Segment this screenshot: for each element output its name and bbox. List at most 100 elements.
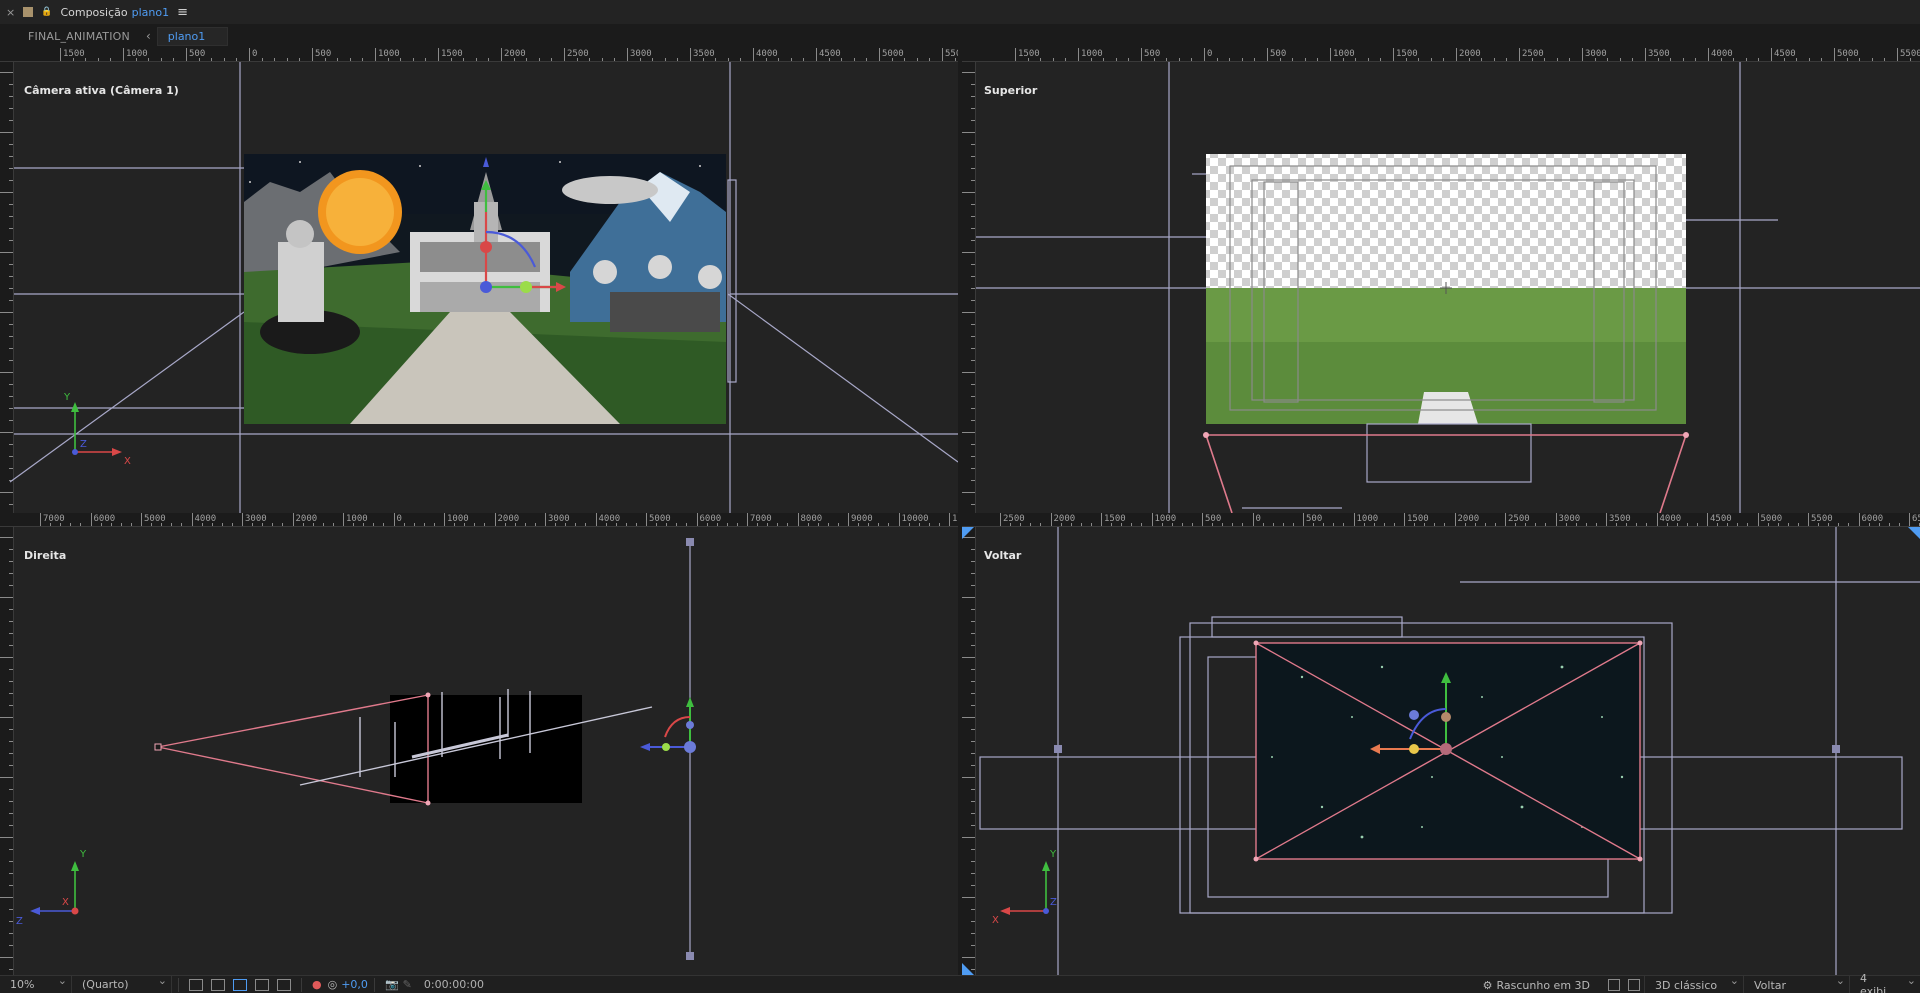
selected-view-corner-marker [962, 527, 974, 539]
mask-path-icon[interactable] [233, 978, 247, 991]
viewport-back[interactable]: Voltar Y X Z [962, 527, 1920, 975]
ruler-tick-label: 2500 [1522, 49, 1544, 59]
viewport-title: Câmera ativa (Câmera 1) [24, 84, 179, 97]
exposure-value[interactable]: +0,0 [341, 978, 368, 991]
ground-plane-icon[interactable] [1608, 979, 1620, 991]
toolbar-right-group: ⚙ Rascunho em 3D 3D clássico Voltar 4 ex… [1483, 972, 1920, 993]
ruler-tick-label: 500 [1270, 49, 1287, 59]
selected-view-corner-marker [962, 963, 974, 975]
y-axis-label: Y [79, 849, 87, 860]
composition-color-swatch [23, 7, 34, 17]
viewport-active-camera[interactable]: Câmera ativa (Câmera 1) Y X Z [0, 62, 958, 513]
breadcrumb-current-comp[interactable]: plano1 [156, 26, 229, 46]
view-layout-dropdown[interactable]: 4 exibi... [1850, 972, 1920, 993]
top-view-canvas [976, 62, 1920, 513]
ruler-tick-label: 0 [1255, 514, 1261, 524]
ruler-tick-label: 2000 [497, 514, 520, 524]
resolution-value: (Quarto) [82, 978, 129, 991]
ruler-tick-label: 1500 [441, 49, 463, 59]
transparency-grid-icon[interactable] [211, 978, 225, 991]
ruler-tick-label: 500 [1144, 49, 1161, 59]
ruler-tick-label: 9000 [851, 514, 873, 524]
ruler-tick-label: 2000 [504, 49, 526, 59]
ruler-tick-label: 8000 [800, 514, 823, 524]
draft-3d-icon[interactable]: ⚙ [1483, 979, 1493, 992]
ruler-tick-label: 2000 [1457, 514, 1480, 524]
ruler-tick-label: 110 [952, 514, 958, 524]
ruler-tick-label: 1000 [378, 49, 400, 59]
renderer-dropdown[interactable]: 3D clássico [1644, 974, 1744, 993]
region-of-interest-icon[interactable] [255, 978, 269, 991]
ruler-tick-label: 0 [252, 49, 258, 59]
3d-view-value: Voltar [1754, 978, 1787, 992]
ruler-tick-label: 2000 [295, 514, 318, 524]
y-axis-label: Y [63, 392, 71, 403]
ruler-tick-label: 3000 [630, 49, 652, 59]
viewport-right[interactable]: Direita Y X Z [0, 527, 958, 975]
viewport-top[interactable]: Superior [962, 62, 1920, 513]
ruler-tick-label: 3000 [1558, 514, 1581, 524]
ruler-tick-label: 6000 [1861, 514, 1884, 524]
snapshot-camera-icon[interactable]: 📷 [385, 978, 399, 991]
renderer-label[interactable]: Rascunho em 3D [1496, 979, 1590, 992]
chevron-left-icon[interactable]: ‹ [146, 29, 151, 43]
camera-frustum [1205, 434, 1687, 513]
ruler-tick-label: 6000 [93, 514, 116, 524]
active-comp-name[interactable]: plano1 [132, 6, 169, 19]
ruler-tick-label: 1000 [126, 49, 148, 59]
grid-guides-icon[interactable] [277, 978, 291, 991]
ruler-tick-label: 0 [396, 514, 402, 524]
exposure-reset-icon[interactable]: ◎ [328, 978, 338, 991]
ruler-tick-label: 4000 [1659, 514, 1682, 524]
ruler-tick-label: 2000 [1459, 49, 1481, 59]
ruler-tick-label: 3000 [245, 514, 267, 524]
close-icon[interactable]: × [6, 6, 15, 19]
ruler-tick-label: 3000 [548, 514, 570, 524]
ruler-tick-label: 1500 [63, 49, 85, 59]
ruler-tick-label: 500 [1205, 514, 1222, 524]
ruler-tick-label: 3500 [1648, 49, 1670, 59]
axis-indicator [71, 402, 122, 456]
ruler-tick-label: 6000 [699, 514, 722, 524]
3d-view-dropdown[interactable]: Voltar [1744, 974, 1850, 993]
lock-icon[interactable]: 🔒 [41, 7, 52, 17]
breadcrumb-parent-comp[interactable]: FINAL_ANIMATION [28, 30, 130, 43]
composition-breadcrumb: FINAL_ANIMATION ‹ plano1 [0, 24, 1920, 48]
ruler-tick-label: 3500 [693, 49, 715, 59]
back-view-canvas: Y X Z [962, 527, 1920, 975]
resolution-dropdown[interactable]: (Quarto) [72, 974, 172, 993]
zoom-value: 10% [10, 978, 35, 991]
ruler-tick-label: 5000 [649, 514, 671, 524]
ruler-tick-label: 4000 [598, 514, 621, 524]
horizontal-ruler-top-left[interactable]: 1500 1000 500 0 500 1000 1500 2000 2500 3000 3500 4… [0, 48, 958, 62]
selected-view-corner-marker [1908, 527, 1920, 539]
camera-view-canvas: Y X Z [9, 62, 958, 513]
ruler-tick-label: 1000 [1356, 514, 1379, 524]
horizontal-ruler-top-right[interactable]: 1500 1000 500 0 500 1000 1500 2000 2500 3000 3500 4… [962, 48, 1920, 62]
view-layout-value: 4 exibi... [1860, 972, 1897, 993]
ruler-tick-label: 2500 [567, 49, 589, 59]
ruler-tick-label: 7000 [43, 514, 65, 524]
right-view-canvas: Y X Z [16, 538, 696, 960]
horizontal-ruler-bottom-right[interactable]: 2500 2000 1500 1000 500 0 500 1000 1500 2000 2500 3… [962, 513, 1920, 527]
ruler-tick-label: 2500 [1003, 514, 1025, 524]
transform-gizmo [640, 697, 696, 753]
ruler-tick-label: 10000 [901, 514, 929, 524]
color-channels-icon[interactable]: ● [312, 978, 322, 991]
ruler-tick-label: 4500 [1710, 514, 1732, 524]
viewport-title: Voltar [984, 549, 1022, 562]
ruler-tick-label: 1500 [1407, 514, 1429, 524]
panel-menu-icon[interactable]: ≡ [177, 5, 188, 20]
zoom-dropdown[interactable]: 10% [0, 974, 72, 993]
extended-viewer-icon[interactable] [1628, 979, 1640, 991]
ruler-tick-label: 1500 [1018, 49, 1040, 59]
camera-frustum [157, 694, 429, 804]
horizontal-ruler-bottom-left[interactable]: 7000 6000 5000 4000 3000 2000 1000 0 1000 2000 300… [0, 513, 958, 527]
ruler-tick-label: 1000 [1333, 49, 1355, 59]
fast-preview-icon[interactable] [189, 978, 203, 991]
current-timecode[interactable]: 0:00:00:00 [424, 978, 484, 991]
ruler-tick-label: 4500 [819, 49, 841, 59]
show-snapshot-icon[interactable]: ✎ [403, 978, 412, 991]
ruler-tick-label: 5500 [1811, 514, 1833, 524]
ruler-tick-label: 0 [1207, 49, 1213, 59]
